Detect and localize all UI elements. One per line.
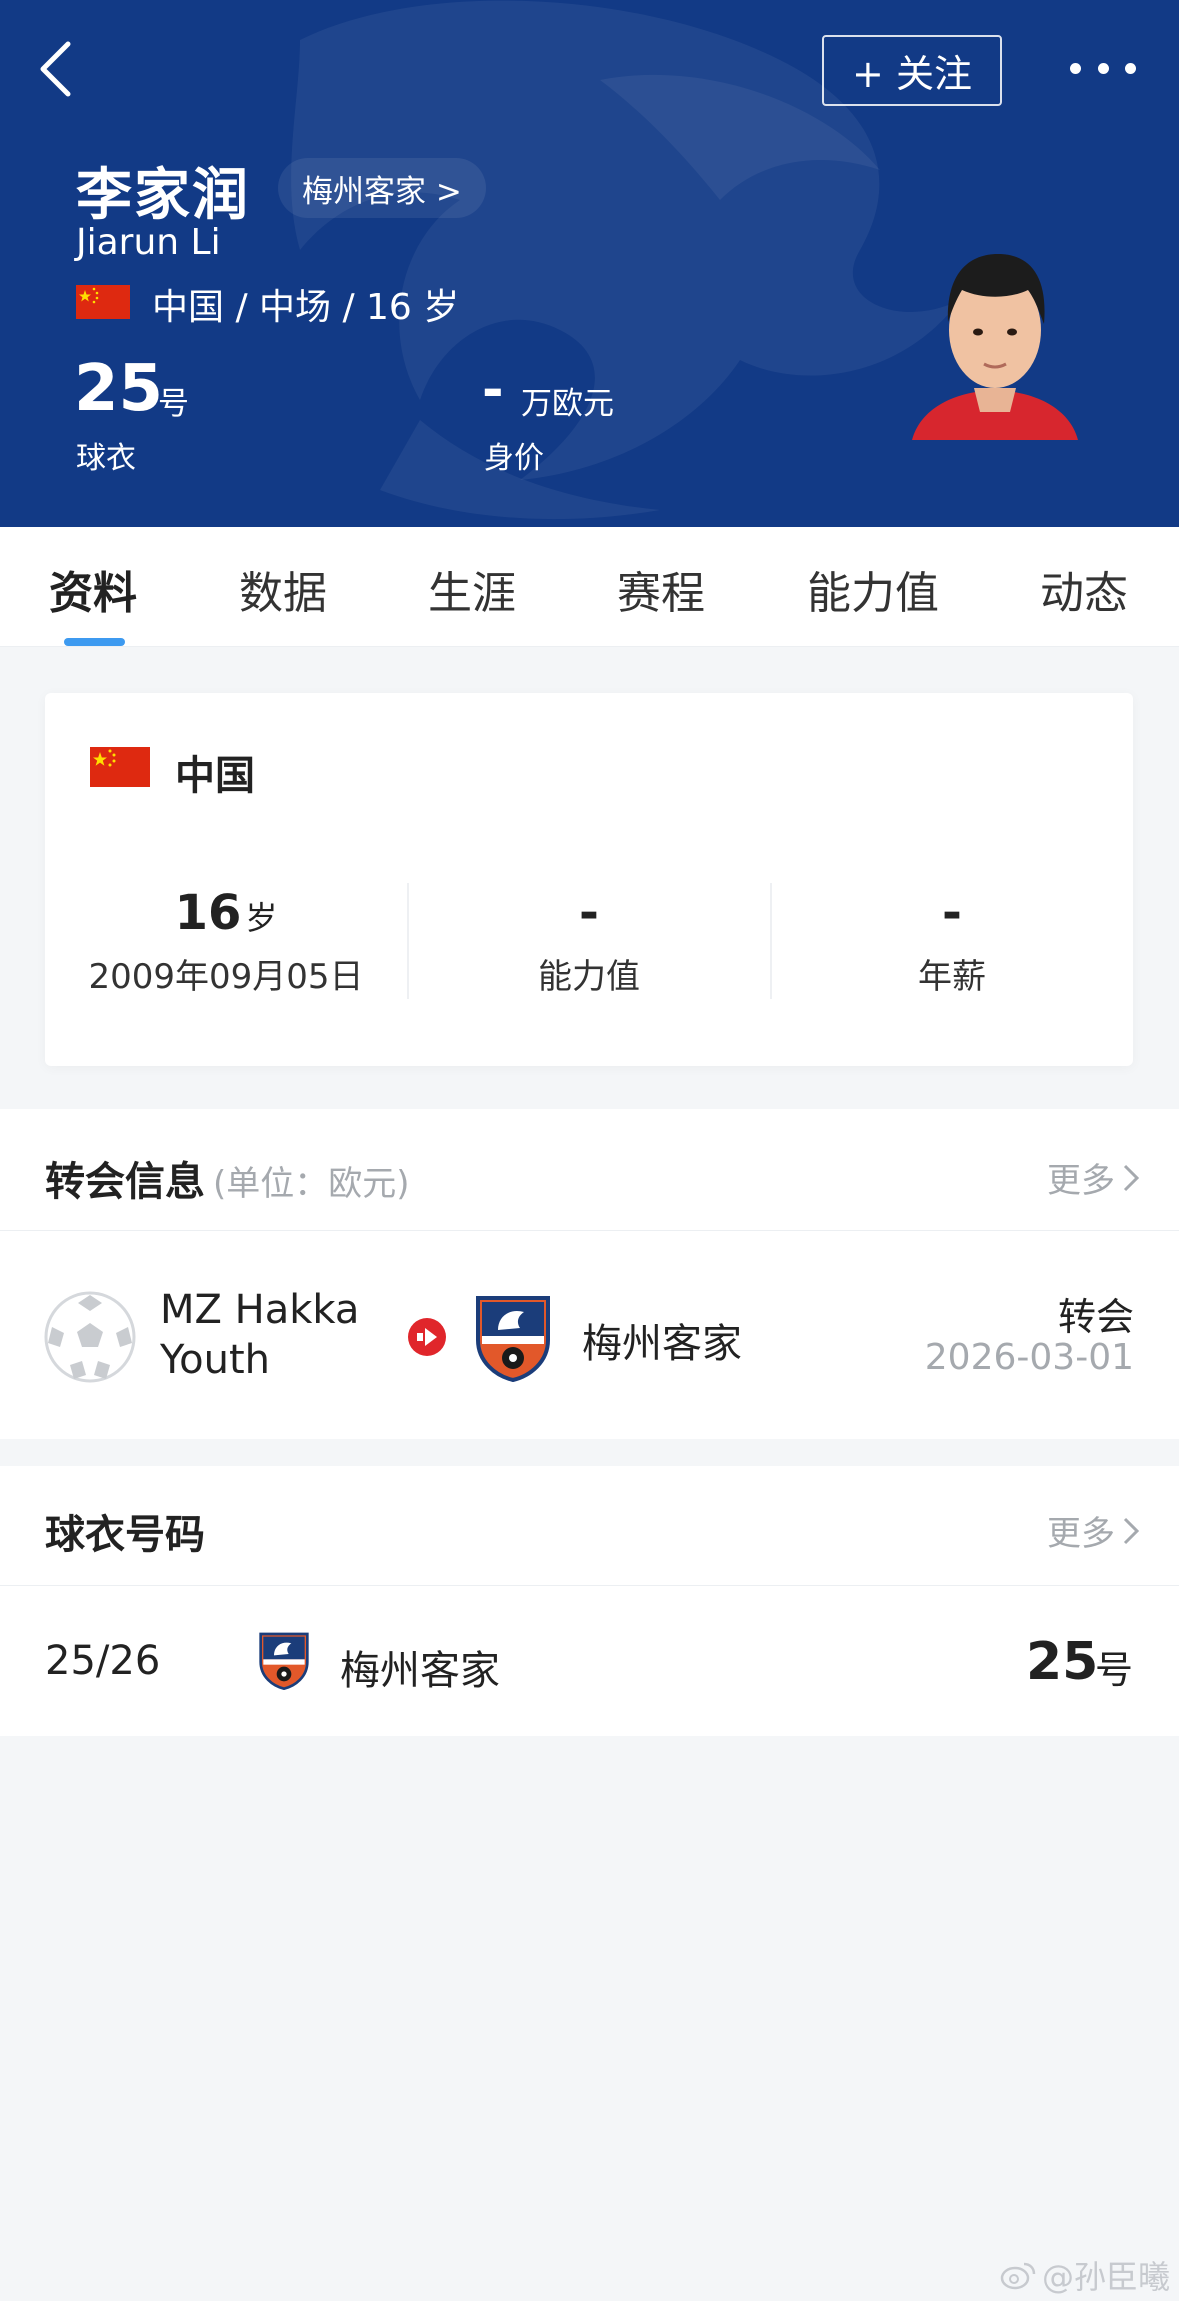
tab-schedule[interactable]: 赛程 [617, 557, 705, 621]
player-meta: 中国 / 中场 / 16 岁 [152, 287, 460, 328]
shirt-number-caption: 球衣 [76, 441, 136, 476]
jersey-season: 25/26 [45, 1638, 161, 1684]
transfer-type: 转会 [1057, 1295, 1134, 1339]
divider [0, 1585, 1179, 1586]
salary-value: - [942, 885, 962, 941]
age-stat: 16 岁 2009年09月05日 [45, 883, 407, 998]
follow-button[interactable]: + 关注 [822, 35, 1002, 106]
back-button[interactable] [30, 36, 80, 102]
jersey-number: 25 [1026, 1632, 1099, 1692]
dot-icon [1070, 62, 1081, 74]
tab-career[interactable]: 生涯 [428, 557, 516, 621]
transfer-section: 转会信息 (单位：欧元) 更多 MZ Hakka Youth 梅州客家 转会 20… [0, 1109, 1179, 1439]
transfer-more-link[interactable]: 更多 [1047, 1153, 1139, 1202]
to-club-name[interactable]: 梅州客家 [582, 1311, 742, 1369]
weibo-watermark: @孙臣曦 [1000, 2252, 1170, 2298]
market-value-unit: 万欧元 [521, 386, 614, 422]
meizhou-hakka-logo-icon [259, 1632, 309, 1690]
jersey-more-link[interactable]: 更多 [1047, 1506, 1139, 1555]
club-link[interactable]: 梅州客家 > [278, 158, 486, 218]
market-value: - [482, 360, 504, 420]
jersey-number-unit: 号 [1095, 1648, 1134, 1692]
salary-stat: - 年薪 [771, 883, 1133, 998]
ability-value: - [579, 885, 599, 941]
country-name: 中国 [175, 753, 255, 799]
shirt-number: 25 [74, 352, 164, 426]
transfer-title-text: 转会信息 [45, 1159, 205, 1205]
jersey-title: 球衣号码 [45, 1512, 205, 1558]
ability-label: 能力值 [538, 957, 640, 997]
dot-icon [1097, 62, 1109, 74]
active-tab-indicator [64, 638, 125, 646]
shirt-number-unit: 号 [158, 386, 189, 422]
tab-bar: 资料 数据 生涯 赛程 能力值 动态 [0, 527, 1179, 647]
salary-label: 年薪 [918, 957, 986, 997]
tab-news[interactable]: 动态 [1040, 557, 1128, 621]
jersey-more-label: 更多 [1047, 1514, 1115, 1554]
tab-ability[interactable]: 能力值 [807, 557, 939, 621]
china-flag-icon [90, 747, 150, 787]
jersey-club[interactable]: 梅州客家 [340, 1638, 500, 1696]
transfer-more-label: 更多 [1047, 1161, 1115, 1201]
player-header: + 关注 李家润 梅州客家 > Jiarun Li 中国 / 中场 / 16 岁… [0, 0, 1179, 527]
chevron-left-icon [40, 41, 71, 97]
watermark-text: @孙臣曦 [1042, 2258, 1171, 2296]
jersey-section: 球衣号码 更多 25/26 梅州客家 25 号 [0, 1466, 1179, 1736]
player-name: 李家润 [76, 163, 250, 228]
tab-profile[interactable]: 资料 [49, 557, 137, 621]
player-info-card: 中国 16 岁 2009年09月05日 - 能力值 - 年薪 [45, 693, 1133, 1066]
dot-icon [1125, 62, 1136, 74]
more-options-button[interactable] [1070, 48, 1136, 88]
birthdate: 2009年09月05日 [88, 957, 364, 997]
age-unit: 岁 [245, 899, 278, 937]
soccer-ball-icon [44, 1291, 136, 1383]
transfer-date: 2026-03-01 [924, 1337, 1134, 1378]
tab-stats[interactable]: 数据 [239, 557, 327, 621]
market-value-caption: 身价 [484, 441, 544, 476]
chevron-right-icon [1123, 1164, 1139, 1191]
transfer-unit-note: (单位：欧元) [213, 1164, 410, 1204]
from-club-line1: MZ Hakka [160, 1287, 360, 1333]
weibo-icon [1000, 2262, 1036, 2290]
transfer-arrow-icon [408, 1318, 446, 1356]
meizhou-hakka-logo-icon[interactable] [468, 1292, 558, 1382]
china-flag-icon [76, 285, 130, 319]
from-club-name[interactable]: MZ Hakka Youth [160, 1285, 359, 1385]
divider [0, 1230, 1179, 1231]
player-avatar [912, 254, 1078, 440]
transfer-title: 转会信息 (单位：欧元) [45, 1149, 410, 1207]
player-name-english: Jiarun Li [76, 222, 221, 263]
chevron-right-icon [1123, 1517, 1139, 1544]
from-club-line2: Youth [160, 1337, 270, 1383]
ability-stat: - 能力值 [408, 883, 770, 998]
age-value: 16 [174, 885, 242, 941]
